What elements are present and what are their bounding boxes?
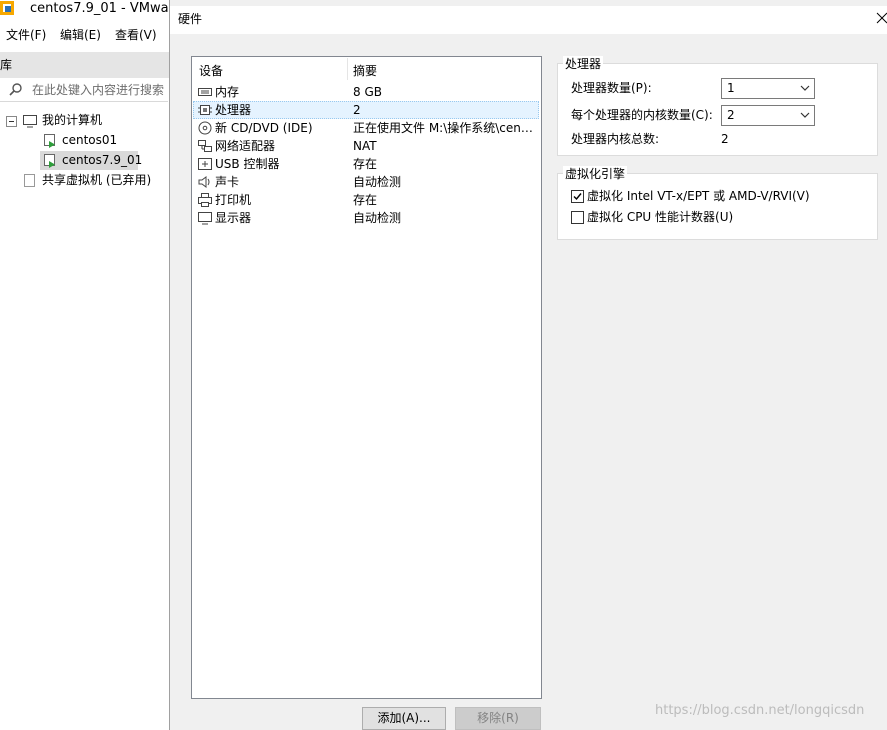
close-button[interactable]: [872, 8, 887, 28]
close-icon: [876, 12, 887, 24]
processor-count-value: 1: [727, 81, 735, 95]
device-name: 打印机: [215, 193, 252, 207]
tree-vm-centos7-9-01[interactable]: centos7.9_01: [62, 150, 142, 170]
my-computer-icon: [23, 115, 37, 128]
collapse-toggle-icon[interactable]: [6, 116, 17, 127]
device-name: 新 CD/DVD (IDE): [215, 121, 313, 135]
device-summary: NAT: [353, 139, 377, 153]
library-title: 库: [0, 58, 13, 72]
cores-per-processor-label: 每个处理器的内核数量(C):: [571, 108, 713, 122]
device-summary: 存在: [353, 157, 378, 171]
cores-per-processor-value: 2: [727, 108, 735, 122]
network-adapter-icon: [198, 140, 212, 152]
chevron-down-icon: [800, 112, 810, 118]
menu-edit[interactable]: 编辑(E): [60, 24, 101, 46]
virtualization-group-title: 虚拟化引擎: [563, 166, 628, 182]
sound-card-icon: [198, 176, 210, 188]
watermark: https://blog.csdn.net/longqicsdn: [655, 703, 865, 718]
menu-file[interactable]: 文件(F): [6, 24, 46, 46]
printer-icon: [198, 193, 212, 207]
device-summary: 存在: [353, 193, 378, 207]
vm-icon: [44, 154, 55, 168]
vtx-label[interactable]: 虚拟化 Intel VT-x/EPT 或 AMD-V/RVI(V): [587, 187, 810, 205]
dialog-titlebar: [170, 6, 887, 34]
device-name: 声卡: [215, 175, 240, 189]
column-header-summary[interactable]: 摘要: [353, 62, 377, 80]
device-name: 显示器: [215, 211, 252, 225]
column-divider[interactable]: [347, 58, 348, 80]
processor-count-label: 处理器数量(P):: [571, 81, 652, 95]
memory-icon: [198, 88, 212, 96]
checkmark-icon: [573, 193, 582, 201]
device-name: 网络适配器: [215, 139, 276, 153]
tree-my-computer[interactable]: 我的计算机: [42, 110, 102, 130]
device-summary: 自动检测: [353, 211, 402, 225]
usb-icon: [198, 158, 212, 170]
vmware-app-icon: [0, 1, 14, 15]
device-name: 内存: [215, 85, 240, 99]
device-name: 处理器: [215, 103, 252, 117]
shared-vm-icon: [24, 174, 35, 187]
tree-shared-vms[interactable]: 共享虚拟机 (已弃用): [42, 170, 151, 190]
processor-icon: [198, 105, 212, 115]
processor-count-select[interactable]: 1: [721, 78, 815, 99]
total-cores-value: 2: [721, 132, 729, 146]
tree-vm-centos01[interactable]: centos01: [62, 130, 117, 150]
processor-group-title: 处理器: [563, 56, 604, 72]
total-cores-label: 处理器内核总数:: [571, 132, 660, 146]
cd-dvd-icon: [198, 121, 212, 135]
chevron-down-icon: [800, 85, 810, 91]
cpu-perf-counter-checkbox[interactable]: [571, 211, 584, 224]
device-summary: 自动检测: [353, 175, 402, 189]
device-summary: 正在使用文件 M:\操作系统\centos\CentOS-7-x86_64-DV…: [353, 121, 537, 135]
library-header: [0, 52, 170, 78]
virtualization-groupbox: [557, 173, 878, 240]
cpu-perf-counter-label[interactable]: 虚拟化 CPU 性能计数器(U): [587, 208, 733, 226]
display-icon: [198, 212, 212, 225]
cores-per-processor-select[interactable]: 2: [721, 105, 815, 126]
menubar: 文件(F) 编辑(E) 查看(V): [0, 24, 170, 46]
search-icon: [9, 83, 22, 96]
library-search-placeholder: 在此处键入内容进行搜索: [32, 83, 165, 97]
dialog-title: 硬件: [178, 12, 203, 26]
device-summary: 2: [353, 103, 361, 117]
remove-button[interactable]: 移除(R): [455, 707, 541, 730]
add-button[interactable]: 添加(A)...: [362, 707, 446, 730]
vm-icon: [44, 134, 55, 148]
menu-view[interactable]: 查看(V): [115, 24, 157, 46]
column-header-device[interactable]: 设备: [199, 62, 223, 80]
vtx-checkbox[interactable]: [571, 190, 584, 203]
device-name: USB 控制器: [215, 157, 280, 171]
device-summary: 8 GB: [353, 85, 382, 99]
